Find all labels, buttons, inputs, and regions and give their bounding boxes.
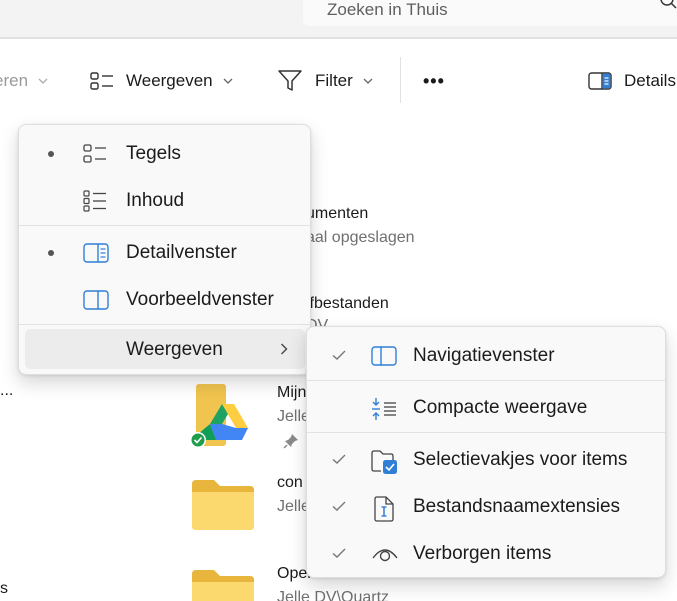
checkbox-items-icon (371, 449, 397, 474)
item-writefiles-name[interactable]: jfbestanden (306, 295, 389, 313)
search-input[interactable]: Zoeken in Thuis (327, 0, 448, 20)
folder-icon[interactable] (190, 568, 256, 601)
menu-item-details-pane[interactable]: Detailvenster (19, 230, 310, 274)
command-bar: eren Weergeven Filter ••• Details (0, 39, 677, 123)
submenu-item-checkboxes[interactable]: Selectievakjes voor items (307, 437, 665, 481)
item-documents-sub: aal opgeslagen (306, 229, 415, 246)
filter-button[interactable]: Filter (277, 66, 373, 96)
chevron-down-icon (38, 78, 48, 84)
filter-icon (277, 69, 303, 93)
item-con-name[interactable]: con (277, 474, 303, 492)
command-separator (400, 57, 401, 103)
menu-separator (307, 380, 665, 381)
menu-separator (19, 324, 310, 325)
menu-item-content[interactable]: Inhoud (19, 178, 310, 222)
search-box[interactable]: Zoeken in Thuis (303, 0, 677, 26)
submenu-item-compact-view[interactable]: Compacte weergave (307, 385, 665, 429)
chevron-down-icon (363, 78, 373, 84)
menu-item-label: Voorbeeldvenster (126, 289, 274, 310)
filter-label: Filter (315, 71, 353, 90)
menu-item-label: Weergeven (126, 339, 223, 360)
menu-separator (19, 225, 310, 226)
menu-item-label: Inhoud (126, 190, 185, 211)
submenu-item-label: Compacte weergave (413, 397, 588, 418)
checkmark-icon (331, 347, 347, 363)
details-pane-icon (83, 242, 109, 264)
submenu-item-label: Selectievakjes voor items (413, 449, 628, 470)
details-label: Details (624, 71, 676, 90)
google-drive-folder-icon[interactable] (188, 382, 258, 457)
selected-bullet (48, 151, 54, 157)
navigation-pane-icon (371, 345, 397, 367)
left-item-ellipsis: ... (0, 382, 14, 399)
more-icon: ••• (423, 70, 445, 91)
submenu-item-label: Bestandsnaamextensies (413, 496, 621, 517)
content-list-icon (83, 190, 107, 212)
tiles-icon (83, 143, 107, 165)
menu-item-label: Tegels (126, 143, 181, 164)
view-dropdown-menu: Tegels Inhoud Detailvenster Voorbeeldven… (18, 124, 311, 375)
submenu-item-hidden-items[interactable]: Verborgen items (307, 531, 665, 575)
menu-item-show-row[interactable]: Weergeven (19, 327, 310, 371)
checkmark-icon (331, 545, 347, 561)
view-button[interactable]: Weergeven (90, 66, 233, 96)
hidden-items-icon (371, 543, 398, 565)
left-item-bottom: s (0, 580, 8, 597)
selected-bullet (48, 250, 54, 256)
details-pane-icon (588, 71, 612, 91)
search-icon[interactable] (659, 0, 677, 12)
item-mydrive-sub: Jelle (277, 408, 310, 425)
view-list-icon (90, 71, 114, 91)
compact-view-icon (371, 397, 396, 420)
chevron-right-icon (280, 342, 288, 360)
sort-label: eren (0, 71, 29, 90)
menu-item-label: Detailvenster (126, 242, 237, 263)
view-label: Weergeven (126, 71, 213, 90)
folder-icon[interactable] (190, 478, 256, 537)
item-openbrein-sub: Jelle DV\Quartz (277, 589, 390, 601)
submenu-item-label: Verborgen items (413, 543, 552, 564)
show-submenu: Navigatievenster Compacte weergave Selec… (306, 326, 666, 578)
checkmark-icon (331, 498, 347, 514)
top-strip: Zoeken in Thuis (0, 0, 677, 37)
chevron-down-icon (223, 78, 233, 84)
preview-pane-icon (83, 289, 109, 311)
menu-separator (307, 432, 665, 433)
submenu-item-label: Navigatievenster (413, 345, 555, 366)
file-extension-icon (373, 496, 397, 522)
sort-button[interactable]: eren (0, 66, 48, 96)
item-con-sub: Jelle (277, 498, 310, 515)
more-options-button[interactable]: ••• (423, 66, 445, 96)
submenu-item-file-extensions[interactable]: Bestandsnaamextensies (307, 484, 665, 528)
menu-item-preview-pane[interactable]: Voorbeeldvenster (19, 277, 310, 321)
checkmark-icon (331, 451, 347, 467)
submenu-item-navigation-pane[interactable]: Navigatievenster (307, 333, 665, 377)
menu-item-tiles[interactable]: Tegels (19, 131, 310, 175)
item-mydrive-name[interactable]: Mijn (277, 384, 306, 402)
pin-icon (283, 433, 299, 454)
item-documents-name[interactable]: umenten (306, 205, 368, 223)
details-button[interactable]: Details (588, 66, 676, 96)
